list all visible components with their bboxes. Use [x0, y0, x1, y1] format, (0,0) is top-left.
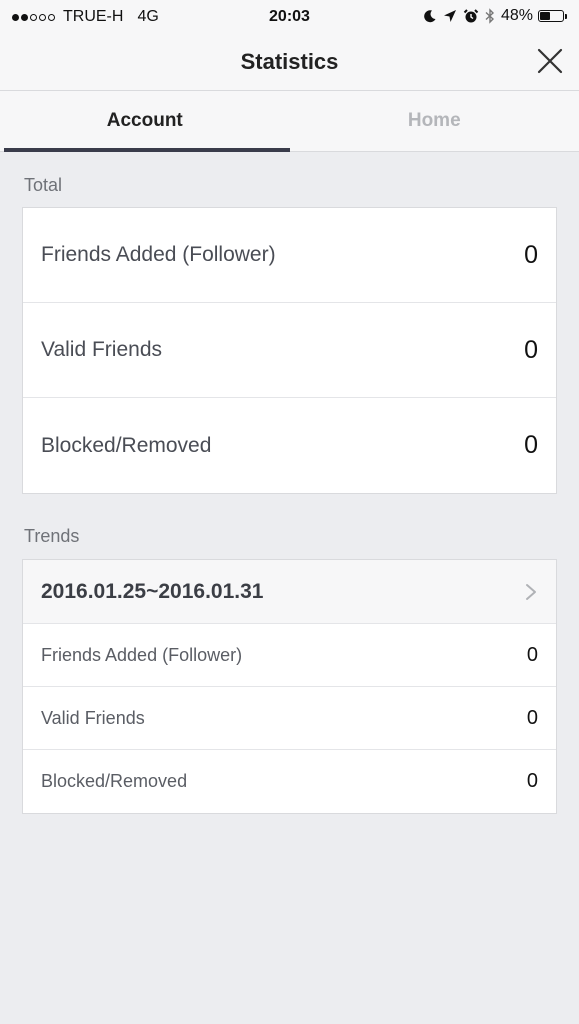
chevron-right-icon — [526, 583, 536, 600]
battery-level-fill — [540, 12, 550, 20]
tab-home[interactable]: Home — [290, 91, 579, 151]
row-label: Valid Friends — [41, 707, 145, 728]
tab-bar: Account Home — [0, 91, 579, 152]
row-label: Friends Added (Follower) — [41, 243, 276, 266]
total-blocked-removed-row: Blocked/Removed 0 — [23, 398, 556, 493]
battery-tip — [565, 13, 567, 19]
status-bar: TRUE-H 4G 20:03 48% — [0, 0, 579, 34]
total-friends-added-row: Friends Added (Follower) 0 — [23, 208, 556, 303]
bluetooth-icon — [485, 8, 494, 24]
trends-card: 2016.01.25~2016.01.31 Friends Added (Fol… — [22, 559, 557, 814]
page-title: Statistics — [240, 49, 339, 74]
row-value: 0 — [524, 335, 538, 364]
battery-icon — [538, 10, 564, 22]
row-value: 0 — [526, 770, 538, 792]
tab-account[interactable]: Account — [0, 91, 290, 152]
row-value: 0 — [524, 431, 538, 459]
moon-icon — [424, 10, 436, 23]
trends-section-label: Trends — [24, 526, 80, 546]
row-label: Friends Added (Follower) — [41, 644, 243, 665]
date-range-selector[interactable]: 2016.01.25~2016.01.31 — [23, 560, 556, 624]
close-icon — [537, 48, 563, 74]
trends-valid-friends-row: Valid Friends 0 — [23, 687, 556, 750]
total-section-label: Total — [24, 175, 63, 195]
trends-blocked-removed-row: Blocked/Removed 0 — [23, 750, 556, 813]
status-bar-right: 48% — [417, 7, 567, 25]
row-label: Valid Friends — [41, 338, 162, 361]
battery-percent: 48% — [500, 7, 533, 24]
row-label: Blocked/Removed — [41, 771, 188, 791]
row-value: 0 — [526, 706, 538, 729]
date-range-label: 2016.01.25~2016.01.31 — [41, 579, 264, 603]
row-value: 0 — [524, 240, 538, 269]
close-button[interactable] — [535, 46, 565, 76]
row-label: Blocked/Removed — [41, 433, 212, 457]
trends-friends-added-row: Friends Added (Follower) 0 — [23, 624, 556, 687]
location-arrow-icon — [443, 10, 456, 22]
total-card: Friends Added (Follower) 0 Valid Friends… — [22, 207, 557, 494]
row-value: 0 — [526, 643, 538, 666]
total-valid-friends-row: Valid Friends 0 — [23, 303, 556, 398]
alarm-icon — [463, 9, 479, 23]
navigation-header: Statistics — [0, 34, 579, 91]
